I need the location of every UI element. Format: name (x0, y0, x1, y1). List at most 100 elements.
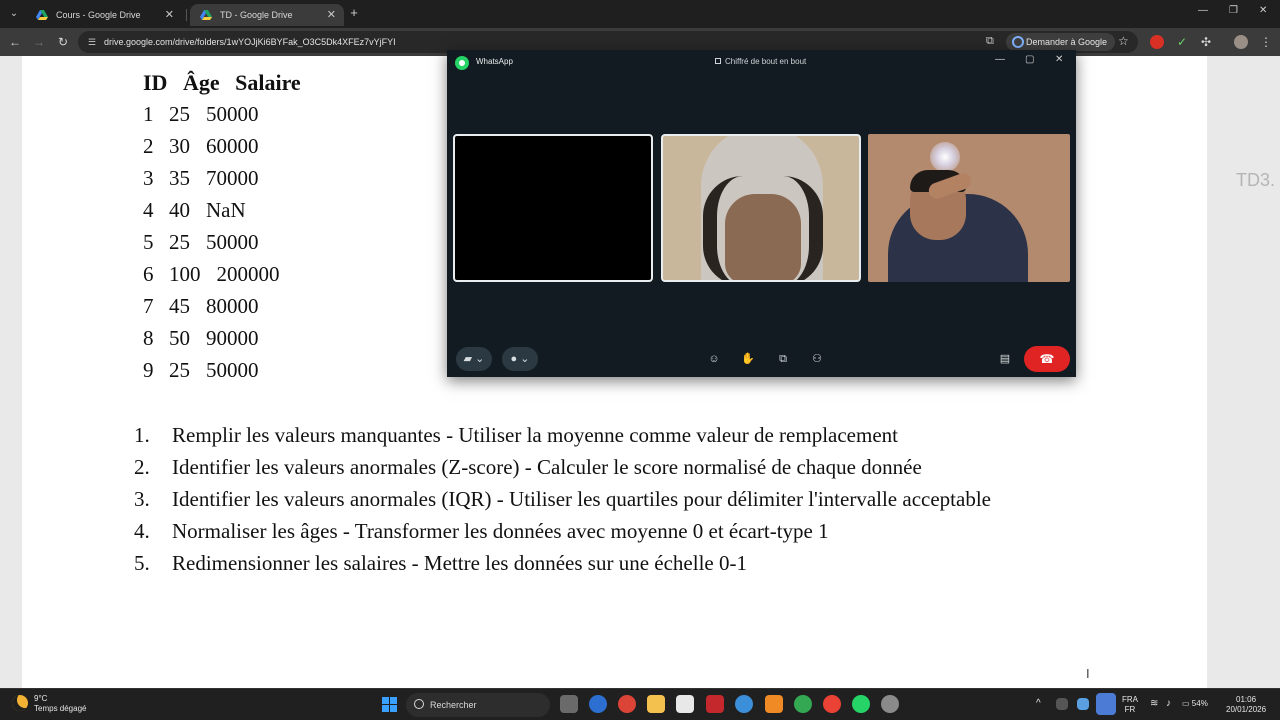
edge-icon[interactable] (735, 695, 753, 713)
cell-salary: 90000 (206, 326, 259, 350)
close-tab-icon[interactable]: ✕ (327, 4, 336, 26)
participant-video-3[interactable] (868, 134, 1070, 282)
task-number: 5. (134, 551, 150, 575)
participant-video-off[interactable] (453, 134, 653, 282)
table-row: 6 100 200000 (143, 262, 311, 294)
participants-button[interactable]: ⚇ (808, 347, 826, 371)
whatsapp-taskbar-icon[interactable] (852, 695, 870, 713)
list-item: 2. Identifier les valeurs anormales (Z-sc… (134, 454, 1078, 481)
install-app-icon[interactable]: ⧉ (986, 35, 994, 48)
ask-google-button[interactable]: Demander à Google (1006, 33, 1116, 51)
header-id: ID (143, 70, 168, 95)
tab-td[interactable]: TD - Google Drive ✕ (190, 4, 344, 26)
tab-search-icon[interactable]: ⌄ (6, 6, 22, 22)
battery-status[interactable]: ▭ 54% (1182, 699, 1208, 709)
task-text: Redimensionner les salaires - Mettre les… (172, 551, 747, 575)
smiley-icon: ☺ (708, 353, 720, 365)
language-indicator[interactable]: FRA FR (1122, 695, 1138, 715)
new-tab-button[interactable]: + (346, 5, 362, 21)
file-explorer-icon[interactable] (647, 695, 665, 713)
profile-avatar[interactable] (1234, 35, 1248, 49)
task-text: Normaliser les âges - Transformer les do… (172, 519, 829, 543)
participant-video-2[interactable] (661, 134, 861, 282)
hp-app-icon[interactable] (589, 695, 607, 713)
onedrive-icon[interactable] (1077, 698, 1089, 710)
tab-divider (186, 9, 187, 21)
site-info-icon[interactable]: ☰ (86, 36, 98, 48)
volume-icon[interactable]: ♪ (1166, 699, 1171, 709)
lock-icon (715, 58, 721, 64)
chrome-profile-icon[interactable] (794, 695, 812, 713)
wa-maximize-icon[interactable]: ▢ (1025, 54, 1034, 65)
chrome-active-icon[interactable] (823, 695, 841, 713)
forward-icon[interactable]: → (31, 34, 47, 50)
list-item: 4. Normaliser les âges - Transformer les … (134, 518, 1078, 545)
bookmark-star-icon[interactable]: ☆ (1118, 34, 1129, 48)
moon-weather-icon[interactable] (12, 695, 28, 711)
close-window-icon[interactable]: ✕ (1259, 5, 1267, 16)
tab-cours[interactable]: Cours - Google Drive ✕ (26, 4, 182, 26)
emoji-reaction-button[interactable]: ☺ (705, 347, 723, 371)
end-call-button[interactable]: ☎ (1024, 346, 1070, 372)
chevron-up-icon[interactable]: ^ (1036, 699, 1041, 709)
cell-salary: 80000 (206, 294, 259, 318)
layout-button[interactable]: ▤ (996, 347, 1014, 371)
weather-temperature: 9°C (34, 694, 48, 703)
participant-figure (725, 194, 801, 280)
clock-time: 01:06 (1236, 695, 1257, 704)
wifi-icon[interactable]: ≋ (1150, 699, 1158, 709)
adblock-extension-icon[interactable] (1150, 35, 1164, 49)
chrome-icon[interactable] (618, 695, 636, 713)
table-row: 3 35 70000 (143, 166, 311, 198)
back-icon[interactable]: ← (7, 34, 23, 50)
check-extension-icon[interactable]: ✓ (1174, 34, 1190, 50)
restore-icon[interactable]: ❐ (1229, 5, 1238, 16)
browser-menu-icon[interactable]: ⋮ (1258, 34, 1274, 50)
layout-icon: ▤ (999, 353, 1011, 365)
whatsapp-call-window[interactable]: WhatsApp Chiffré de bout en bout — ▢ ✕ ▰… (447, 50, 1076, 377)
cell-id: 8 (143, 326, 154, 350)
python-icon[interactable] (765, 695, 783, 713)
calculator-icon[interactable] (676, 695, 694, 713)
text-cursor-icon: I (1086, 666, 1090, 681)
tray-app-icon[interactable] (1056, 698, 1068, 710)
task-number: 4. (134, 519, 150, 543)
battery-percent: 54% (1191, 699, 1208, 708)
cell-salary: 200000 (216, 262, 280, 286)
url-text[interactable]: drive.google.com/drive/folders/1wYOJjKi6… (104, 31, 396, 53)
taskbar-search[interactable]: Rechercher (406, 693, 550, 717)
camera-toggle-button[interactable]: ▰ ⌄ (456, 347, 492, 371)
mic-toggle-button[interactable]: ● ⌄ (502, 347, 538, 371)
table-row: 4 40 NaN (143, 198, 311, 230)
table-row: 7 45 80000 (143, 294, 311, 326)
clock[interactable]: 01:06 20/01/2026 (1226, 695, 1266, 715)
battery-icon: ▭ (1182, 699, 1190, 708)
raise-hand-button[interactable]: ✋ (739, 347, 757, 371)
task-text: Identifier les valeurs anormales (Z-scor… (172, 455, 922, 479)
data-table: ID Âge Salaire 1 25 50000 2 30 60000 3 35 7000… (143, 70, 311, 390)
cell-age: 30 (169, 134, 190, 158)
settings-app-icon[interactable] (881, 695, 899, 713)
close-tab-icon[interactable]: ✕ (165, 4, 174, 26)
microphone-tray-icon[interactable] (1096, 693, 1116, 715)
cell-id: 2 (143, 134, 154, 158)
start-button[interactable] (382, 697, 398, 713)
wa-close-icon[interactable]: ✕ (1055, 54, 1063, 65)
extensions-puzzle-icon[interactable]: ✣ (1198, 34, 1214, 50)
reload-icon[interactable]: ↻ (55, 34, 71, 50)
chevron-down-icon: ⌄ (520, 353, 530, 365)
cell-age: 40 (169, 198, 190, 222)
cell-id: 5 (143, 230, 154, 254)
weather-description: Temps dégagé (34, 704, 87, 713)
wa-minimize-icon[interactable]: — (995, 54, 1005, 65)
chevron-down-icon: ⌄ (475, 353, 485, 365)
microphone-icon: ● (510, 353, 518, 365)
weather-widget[interactable]: 9°C Temps dégagé (34, 694, 86, 714)
share-screen-button[interactable]: ⧉ (774, 347, 792, 371)
google-lens-icon (1012, 36, 1024, 48)
search-icon (414, 699, 424, 709)
task-view-icon[interactable] (560, 695, 578, 713)
minimize-icon[interactable]: — (1198, 5, 1208, 16)
clock-date: 20/01/2026 (1226, 705, 1267, 714)
mcafee-icon[interactable] (706, 695, 724, 713)
